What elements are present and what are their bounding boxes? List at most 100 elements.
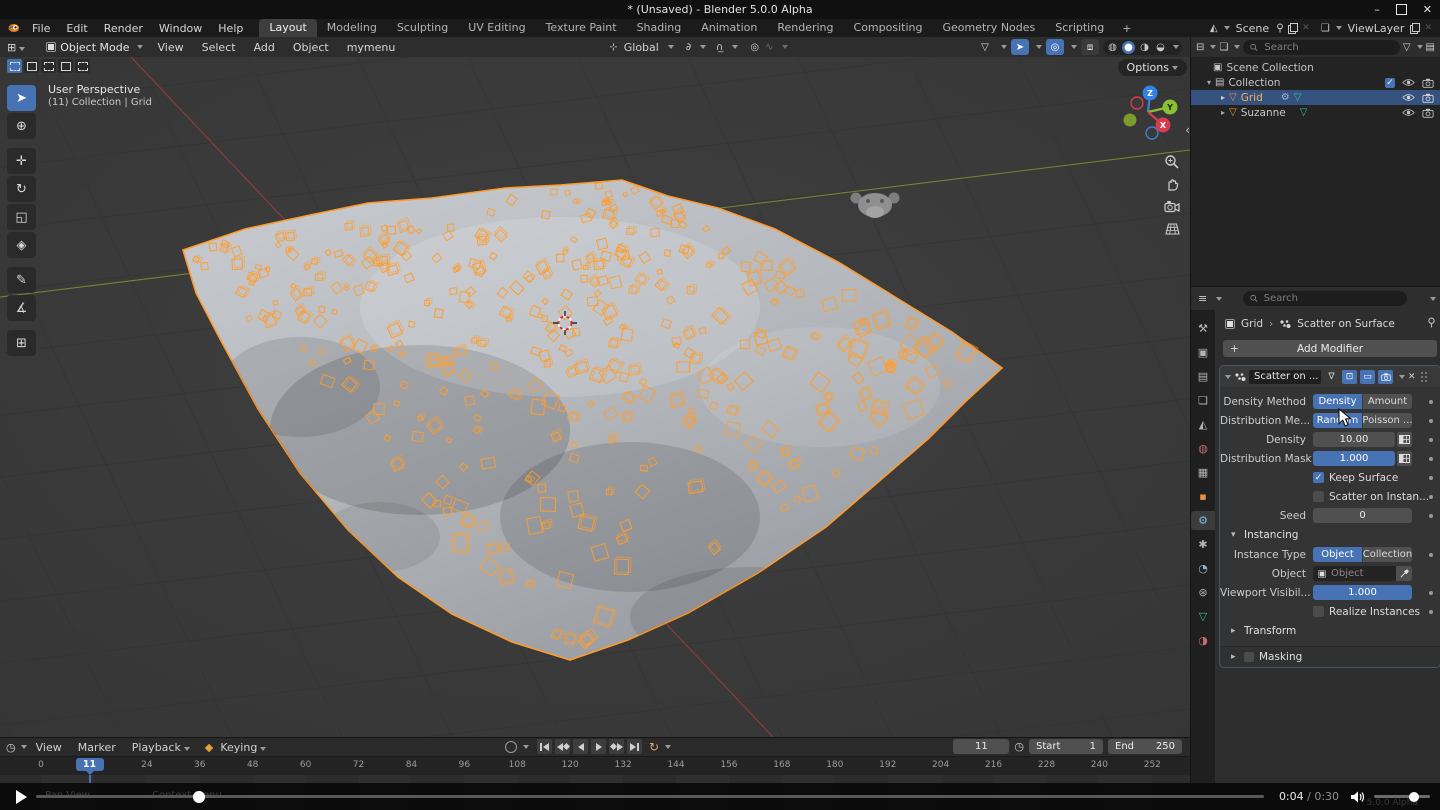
new-collection-icon[interactable]: ▤ xyxy=(1426,42,1435,53)
viewlayer-name[interactable]: ViewLayer xyxy=(1345,22,1408,35)
outliner-display-mode-icon[interactable]: ⊟ xyxy=(1196,42,1204,53)
options-dropdown[interactable]: Options xyxy=(1118,59,1187,76)
play-reverse-button[interactable] xyxy=(573,739,588,754)
current-frame-badge[interactable]: 11 xyxy=(76,758,104,771)
viewport-menu-select[interactable]: Select xyxy=(193,41,245,54)
player-play-button[interactable] xyxy=(16,790,27,804)
auto-key-button[interactable] xyxy=(505,741,517,753)
prev-keyframe-button[interactable] xyxy=(555,739,570,754)
eyedropper-icon[interactable] xyxy=(1396,566,1412,581)
gizmo-neg-y[interactable] xyxy=(1124,114,1137,127)
tool-measure[interactable]: ∡ xyxy=(7,295,36,321)
properties-search-input[interactable] xyxy=(1262,292,1400,305)
properties-tab-physics[interactable]: ◔ xyxy=(1191,559,1215,578)
modifier-expand-chevron[interactable] xyxy=(1225,375,1231,379)
mask-attribute-toggle[interactable] xyxy=(1397,451,1412,466)
timeline-editor-type-icon[interactable]: ◷ xyxy=(6,741,16,754)
current-frame-field[interactable]: 11 xyxy=(953,739,1009,754)
properties-tab-tool[interactable]: ⚒ xyxy=(1191,319,1215,338)
new-scene-icon[interactable] xyxy=(1288,23,1297,33)
density-method-density-button[interactable]: Density xyxy=(1313,394,1363,409)
density-attribute-toggle[interactable] xyxy=(1397,432,1412,447)
menu-help[interactable]: Help xyxy=(210,22,251,35)
properties-tab-object[interactable]: ▪ xyxy=(1191,487,1215,506)
workspace-tab-layout[interactable]: Layout xyxy=(259,19,316,37)
seed-value-field[interactable]: 0 xyxy=(1313,508,1412,523)
tool-rotate[interactable]: ↻ xyxy=(7,176,36,202)
properties-tab-data[interactable]: ▽ xyxy=(1191,607,1215,626)
modifier-drag-handle[interactable] xyxy=(1421,372,1429,381)
outliner-search[interactable] xyxy=(1243,40,1399,55)
mode-dropdown[interactable]: Object Mode xyxy=(40,41,148,54)
distribution-mask-slider[interactable]: 1.000 xyxy=(1313,451,1395,466)
scatter-on-instances-checkbox[interactable] xyxy=(1313,491,1324,502)
breadcrumb-modifier[interactable]: Scatter on Surface xyxy=(1297,318,1395,330)
loop-chevron[interactable] xyxy=(665,745,671,749)
gizmo-neg-z[interactable] xyxy=(1146,127,1158,139)
orthographic-toggle-icon[interactable] xyxy=(1162,219,1182,239)
outliner-search-input[interactable] xyxy=(1262,41,1393,54)
select-mode-subtract-button[interactable] xyxy=(41,59,56,73)
menu-edit[interactable]: Edit xyxy=(58,22,95,35)
density-value-field[interactable]: 10.00 xyxy=(1313,432,1395,447)
keep-surface-checkbox[interactable]: ✓ xyxy=(1313,472,1324,483)
properties-tab-world[interactable]: ◍ xyxy=(1191,439,1215,458)
workspace-tab-modeling[interactable]: Modeling xyxy=(317,19,387,37)
keying-dropdown[interactable]: Keying xyxy=(199,741,273,754)
workspace-tab-sculpting[interactable]: Sculpting xyxy=(387,19,458,37)
scene-name[interactable]: Scene xyxy=(1233,22,1273,35)
animate-dot[interactable] xyxy=(1429,400,1433,404)
overlays-icon[interactable]: ◎ xyxy=(1046,39,1064,55)
outliner-row-collection[interactable]: ▾ ▤ Collection ✓ xyxy=(1191,75,1440,90)
workspace-tab-rendering[interactable]: Rendering xyxy=(767,19,843,37)
suzanne-expand-icon[interactable]: ▸ xyxy=(1221,108,1225,117)
unlink-scene-icon[interactable]: ✕ xyxy=(1300,23,1312,33)
viewport-3d[interactable]: User Perspective (11) Collection | Grid … xyxy=(0,57,1190,737)
sidebar-collapse-arrow[interactable]: ‹ xyxy=(1185,123,1190,137)
properties-options-chevron[interactable] xyxy=(1430,297,1436,301)
select-mode-extend-button[interactable] xyxy=(24,59,39,73)
animate-dot[interactable] xyxy=(1429,514,1433,518)
hide-eye-icon[interactable] xyxy=(1402,108,1415,117)
modifier-extras-chevron[interactable] xyxy=(1399,375,1405,379)
jump-start-button[interactable] xyxy=(537,739,552,754)
orientation-chevron[interactable] xyxy=(668,45,674,49)
modifier-viewport-toggle[interactable]: ▭ xyxy=(1360,370,1375,384)
player-scrubber[interactable] xyxy=(36,795,1264,798)
object-picker-field[interactable]: Object xyxy=(1313,566,1412,581)
modifier-close-icon[interactable]: ✕ xyxy=(1408,372,1416,382)
properties-tab-output[interactable]: ▤ xyxy=(1191,367,1215,386)
disable-render-camera-icon[interactable] xyxy=(1422,78,1434,88)
viewport-menu-object[interactable]: Object xyxy=(284,41,338,54)
outliner-row-scene-collection[interactable]: ▣ Scene Collection xyxy=(1191,60,1440,75)
workspace-tab-texture-paint[interactable]: Texture Paint xyxy=(536,19,627,37)
playback-dropdown[interactable]: Playback xyxy=(125,741,197,754)
shading-solid-icon[interactable]: ● xyxy=(1122,41,1135,54)
instancing-section-header[interactable]: ▾Instancing xyxy=(1220,525,1440,545)
tool-select-box[interactable]: ➤ xyxy=(7,85,36,111)
breadcrumb-object[interactable]: Grid xyxy=(1241,318,1263,330)
grid-expand-icon[interactable]: ▸ xyxy=(1221,93,1225,102)
instance-type-collection-button[interactable]: Collection xyxy=(1363,547,1412,562)
properties-tab-material[interactable]: ◑ xyxy=(1191,631,1215,650)
properties-tab-modifiers[interactable]: ⚙ xyxy=(1191,511,1215,530)
show-object-types-icon[interactable]: ▽ xyxy=(976,39,994,55)
shading-wireframe-icon[interactable]: ◍ xyxy=(1106,41,1119,54)
viewport-menu-view[interactable]: View xyxy=(149,41,193,54)
animate-dot[interactable] xyxy=(1429,495,1433,499)
properties-tab-particles[interactable]: ✱ xyxy=(1191,535,1215,554)
maximize-button[interactable] xyxy=(1396,4,1407,15)
snap-target-icon[interactable]: ∂ xyxy=(686,42,691,53)
collection-expand-icon[interactable]: ▾ xyxy=(1207,78,1211,87)
menu-window[interactable]: Window xyxy=(151,22,210,35)
start-frame-field[interactable]: Start1 xyxy=(1029,739,1103,754)
select-mode-intersect-button[interactable] xyxy=(75,59,90,73)
player-volume-knob[interactable] xyxy=(1409,792,1419,802)
editor-type-icon[interactable]: ⊞ xyxy=(0,41,34,54)
end-frame-field[interactable]: End250 xyxy=(1108,739,1182,754)
snap-magnet-icon[interactable]: ∩̲ xyxy=(716,42,723,53)
add-modifier-button[interactable]: +Add Modifier xyxy=(1223,340,1437,357)
workspace-tab-animation[interactable]: Animation xyxy=(691,19,767,37)
outliner-row-grid[interactable]: ▸ ▽ Grid ⚙ ▽ xyxy=(1191,90,1440,105)
collection-checkbox[interactable]: ✓ xyxy=(1385,78,1395,88)
